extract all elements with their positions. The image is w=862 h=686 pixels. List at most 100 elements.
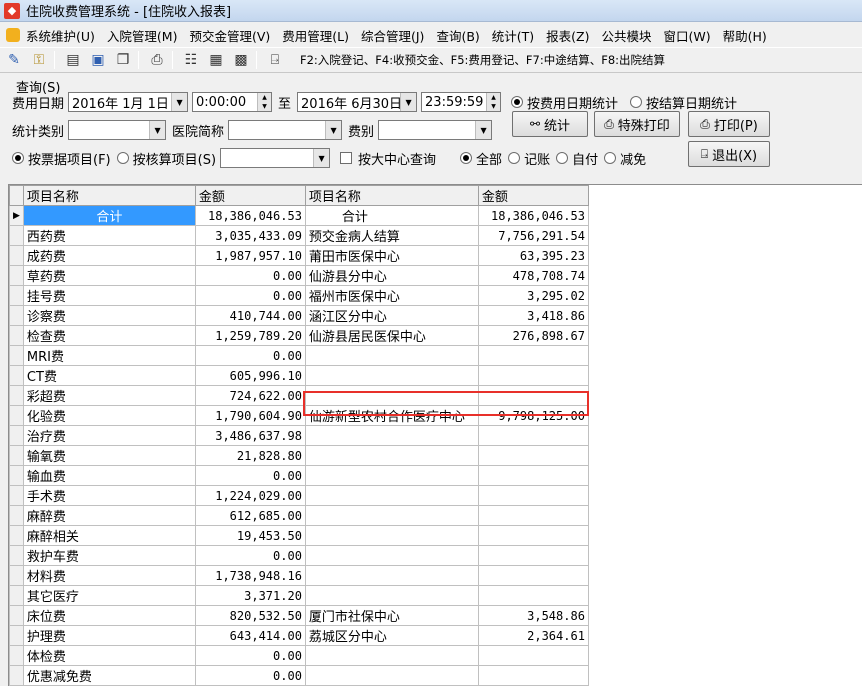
table-row[interactable]: 检查费 1,259,789.20 仙游县居民医保中心 276,898.67 xyxy=(9,325,589,346)
chevron-down-icon[interactable]: ▼ xyxy=(475,121,492,139)
item-name-cell[interactable]: 手术费 xyxy=(22,485,196,506)
radio-all[interactable]: 全部 xyxy=(460,149,502,168)
item-name-cell-2[interactable] xyxy=(304,525,479,546)
item-name-cell-2[interactable] xyxy=(304,485,479,506)
table-row[interactable]: 床位费 820,532.50 厦门市社保中心 3,548.86 xyxy=(9,605,589,626)
calculator-icon[interactable]: ▩ xyxy=(230,50,252,70)
chevron-down-icon[interactable]: ▼ xyxy=(149,121,166,139)
time-to-field[interactable]: 23:59:59 ▲ ▼ xyxy=(421,92,502,112)
amount-cell-2[interactable] xyxy=(477,665,589,686)
table-row[interactable]: 西药费 3,035,433.09 预交金病人结算 7,756,291.54 xyxy=(9,225,589,246)
tools-icon[interactable]: ☷ xyxy=(180,50,202,70)
amount-cell[interactable]: 1,790,604.90 xyxy=(194,405,306,426)
table-row[interactable]: 其它医疗 3,371.20 xyxy=(9,585,589,606)
item-name-cell[interactable]: 草药费 xyxy=(22,265,196,286)
item-name-cell-2[interactable] xyxy=(304,465,479,486)
amount-cell[interactable]: 19,453.50 xyxy=(194,525,306,546)
amount-cell[interactable]: 605,996.10 xyxy=(194,365,306,386)
radio-fee-date[interactable]: 按费用日期统计 xyxy=(511,93,618,112)
row-indicator[interactable] xyxy=(9,225,24,246)
amount-cell-2[interactable]: 478,708.74 xyxy=(477,265,589,286)
table-row[interactable]: 输血费 0.00 xyxy=(9,465,589,486)
check-big-center[interactable]: 按大中心查询 xyxy=(340,149,436,168)
col-header-item-name-2[interactable]: 项目名称 xyxy=(304,185,479,206)
item-name-cell-2[interactable]: 荔城区分中心 xyxy=(304,625,479,646)
exit-door-icon[interactable]: ⍈ xyxy=(264,50,286,70)
amount-cell-2[interactable]: 2,364.61 xyxy=(477,625,589,646)
table-row[interactable]: 挂号费 0.00 福州市医保中心 3,295.02 xyxy=(9,285,589,306)
amount-cell-2[interactable] xyxy=(477,385,589,406)
menu-general[interactable]: 综合管理(J) xyxy=(355,26,430,45)
menu-fee[interactable]: 费用管理(L) xyxy=(276,26,355,45)
table-row[interactable]: 救护车费 0.00 xyxy=(9,545,589,566)
stat-type-select[interactable]: ▼ xyxy=(68,120,167,140)
item-name-cell[interactable]: 材料费 xyxy=(22,565,196,586)
table-row[interactable]: 治疗费 3,486,637.98 xyxy=(9,425,589,446)
printer-icon[interactable]: ⎙ xyxy=(146,50,168,70)
chevron-down-icon[interactable]: ▼ xyxy=(325,121,342,139)
item-name-cell-2[interactable] xyxy=(304,545,479,566)
item-name-cell[interactable]: 救护车费 xyxy=(22,545,196,566)
amount-cell[interactable]: 724,622.00 xyxy=(194,385,306,406)
amount-cell[interactable]: 3,371.20 xyxy=(194,585,306,606)
amount-cell[interactable]: 0.00 xyxy=(194,645,306,666)
user-icon[interactable]: ✎ xyxy=(3,50,25,70)
table-row[interactable]: 诊察费 410,744.00 涵江区分中心 3,418.86 xyxy=(9,305,589,326)
item-name-cell[interactable]: 输血费 xyxy=(22,465,196,486)
item-name-cell[interactable]: 麻醉相关 xyxy=(22,525,196,546)
menu-reports[interactable]: 报表(Z) xyxy=(540,26,595,45)
table-row[interactable]: 输氧费 21,828.80 xyxy=(9,445,589,466)
item-name-cell-2[interactable] xyxy=(304,365,479,386)
item-name-cell-2[interactable] xyxy=(304,565,479,586)
item-name-cell-2[interactable]: 厦门市社保中心 xyxy=(304,605,479,626)
col-header-amount[interactable]: 金额 xyxy=(194,185,306,206)
amount-cell-2[interactable] xyxy=(477,365,589,386)
date-to-picker[interactable]: 2016年 6月30日 ▼ xyxy=(297,92,418,112)
item-name-cell-2[interactable] xyxy=(304,505,479,526)
amount-cell[interactable]: 820,532.50 xyxy=(194,605,306,626)
menu-query[interactable]: 查询(B) xyxy=(430,26,485,45)
edit-icon[interactable]: ▣ xyxy=(87,50,109,70)
date-from-picker[interactable]: 2016年 1月 1日 ▼ xyxy=(68,92,189,112)
item-name-cell-2[interactable] xyxy=(304,385,479,406)
amount-cell[interactable]: 3,035,433.09 xyxy=(194,225,306,246)
row-indicator[interactable] xyxy=(9,445,24,466)
row-indicator[interactable] xyxy=(9,565,24,586)
item-name-cell-2[interactable]: 仙游新型农村合作医疗中心 xyxy=(304,405,479,426)
amount-cell[interactable]: 410,744.00 xyxy=(194,305,306,326)
amount-cell[interactable]: 1,224,029.00 xyxy=(194,485,306,506)
radio-settle-date[interactable]: 按结算日期统计 xyxy=(630,93,737,112)
item-name-cell[interactable]: 诊察费 xyxy=(22,305,196,326)
print-button[interactable]: ⎙ 打印(P) xyxy=(688,111,770,137)
amount-cell[interactable]: 0.00 xyxy=(194,345,306,366)
item-name-cell-2[interactable]: 莆田市医保中心 xyxy=(304,245,479,266)
row-indicator[interactable] xyxy=(9,485,24,506)
item-name-cell-2[interactable] xyxy=(304,345,479,366)
audit-select[interactable]: ▼ xyxy=(220,148,331,168)
spin-icon[interactable]: ▲ ▼ xyxy=(257,93,272,111)
item-name-cell[interactable]: CT费 xyxy=(22,365,196,386)
amount-cell[interactable]: 612,685.00 xyxy=(194,505,306,526)
table-row[interactable]: 体检费 0.00 xyxy=(9,645,589,666)
item-name-cell-2[interactable]: 仙游县居民医保中心 xyxy=(304,325,479,346)
amount-cell[interactable]: 0.00 xyxy=(194,285,306,306)
row-indicator[interactable] xyxy=(9,245,24,266)
spin-icon[interactable]: ▲ ▼ xyxy=(486,93,501,111)
item-name-cell[interactable]: 床位费 xyxy=(22,605,196,626)
menu-deposit[interactable]: 预交金管理(V) xyxy=(183,26,276,45)
amount-cell-2[interactable] xyxy=(477,585,589,606)
item-name-cell-2[interactable] xyxy=(304,585,479,606)
item-name-cell[interactable]: 体检费 xyxy=(22,645,196,666)
amount-cell-2[interactable]: 18,386,046.53 xyxy=(477,205,589,226)
amount-cell-2[interactable] xyxy=(477,565,589,586)
table-row[interactable]: CT费 605,996.10 xyxy=(9,365,589,386)
item-name-cell-2[interactable]: 合计 xyxy=(304,205,479,226)
radio-by-receipt[interactable]: 按票据项目(F) xyxy=(12,149,111,168)
report-icon[interactable]: ▦ xyxy=(205,50,227,70)
col-header-item-name[interactable]: 项目名称 xyxy=(22,185,196,206)
amount-cell-2[interactable]: 3,548.86 xyxy=(477,605,589,626)
amount-cell-2[interactable] xyxy=(477,505,589,526)
report-grid[interactable]: 项目名称 金额 项目名称 金额 ▶ 合计 18,386,046.53 合计 18,386… xyxy=(8,184,862,686)
menu-admission[interactable]: 入院管理(M) xyxy=(101,26,184,45)
exit-button[interactable]: ⍈ 退出(X) xyxy=(688,141,770,167)
